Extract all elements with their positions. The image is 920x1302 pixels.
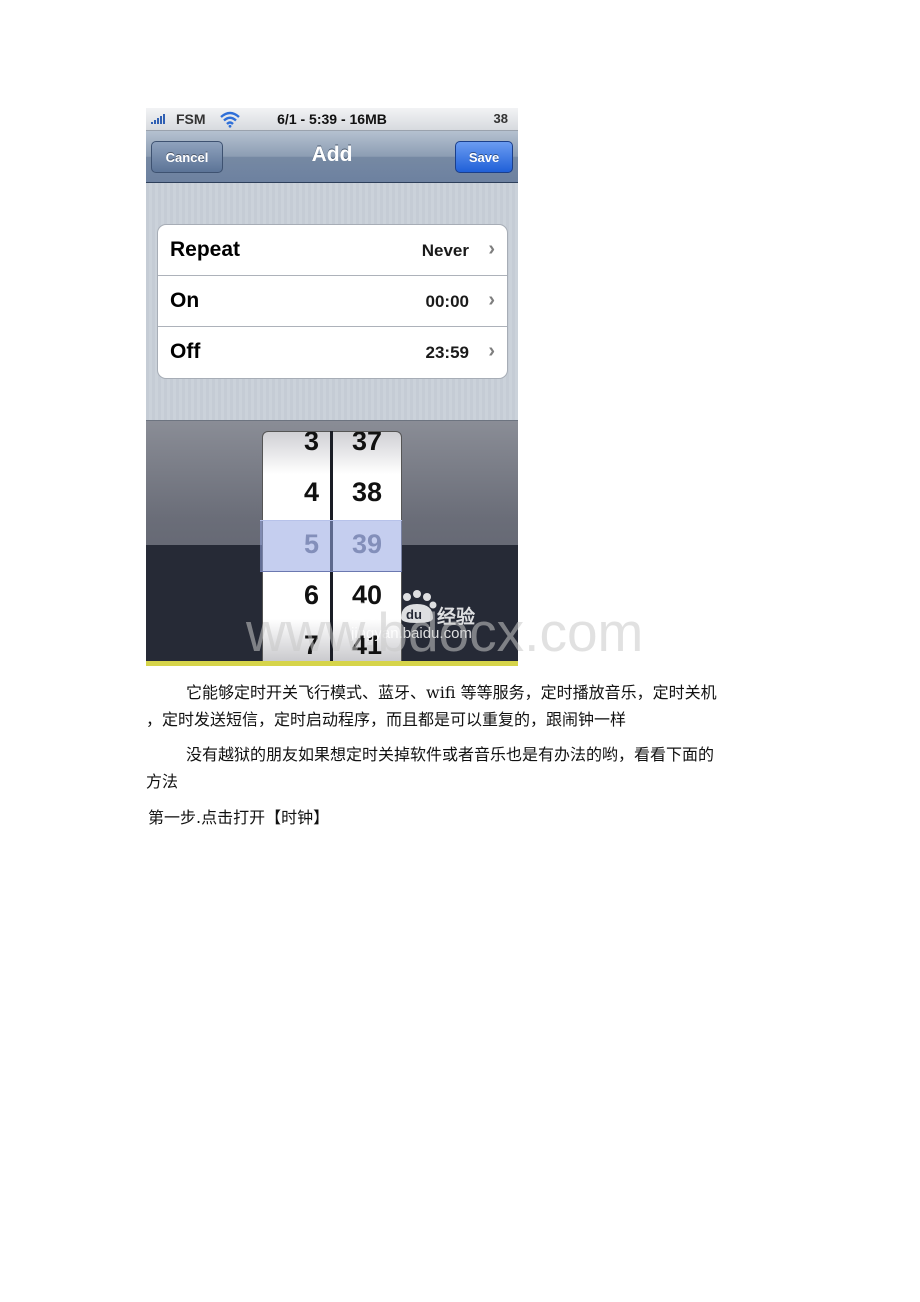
step-1-heading: 第一步.点击打开【时钟】 — [148, 808, 330, 827]
paragraph-2-line-1: 没有越狱的朋友如果想定时关掉软件或者音乐也是有办法的哟，看看下面的 — [186, 745, 715, 764]
picker-selection-band — [260, 520, 402, 572]
settings-table: Repeat Never › On 00:00 › Off 23:59 › — [157, 224, 508, 379]
minute-option: 38 — [351, 477, 383, 507]
setting-label: Repeat — [170, 238, 241, 261]
setting-row-on[interactable]: On 00:00 › — [158, 276, 507, 327]
setting-label: On — [170, 289, 200, 312]
chevron-right-icon: › — [488, 289, 495, 311]
setting-value: 00:00 — [425, 292, 469, 311]
status-center-text: 6/1 - 5:39 - 16MB — [277, 111, 387, 127]
save-button[interactable]: Save — [455, 141, 513, 173]
site-watermark: www.bdocx.com — [246, 601, 644, 663]
paragraph-1-line-2: ，定时发送短信，定时启动程序，而且都是可以重复的，跟闹钟一样 — [146, 710, 627, 729]
setting-row-off[interactable]: Off 23:59 › — [158, 327, 507, 378]
status-bar: FSM 6/1 - 5:39 - 16MB 38 — [146, 108, 518, 131]
setting-value: 23:59 — [425, 343, 469, 362]
setting-label: Off — [170, 340, 201, 363]
hour-option: 4 — [303, 477, 319, 507]
chevron-right-icon: › — [488, 340, 495, 362]
paragraph-2-line-2: 方法 — [146, 772, 179, 791]
phone-screenshot: FSM 6/1 - 5:39 - 16MB 38 Cancel Add Save… — [146, 108, 518, 666]
paragraph-1-line-1: 它能够定时开关飞行模式、蓝牙、wifi 等等服务，定时播放音乐，定时关机 — [186, 683, 717, 702]
minute-option: 37 — [351, 431, 383, 456]
navigation-bar: Cancel Add Save — [146, 131, 518, 183]
setting-value: Never — [421, 241, 469, 260]
setting-row-repeat[interactable]: Repeat Never › — [158, 225, 507, 276]
hour-option: 3 — [303, 431, 319, 456]
chevron-right-icon: › — [488, 238, 495, 260]
battery-level: 38 — [493, 111, 508, 126]
